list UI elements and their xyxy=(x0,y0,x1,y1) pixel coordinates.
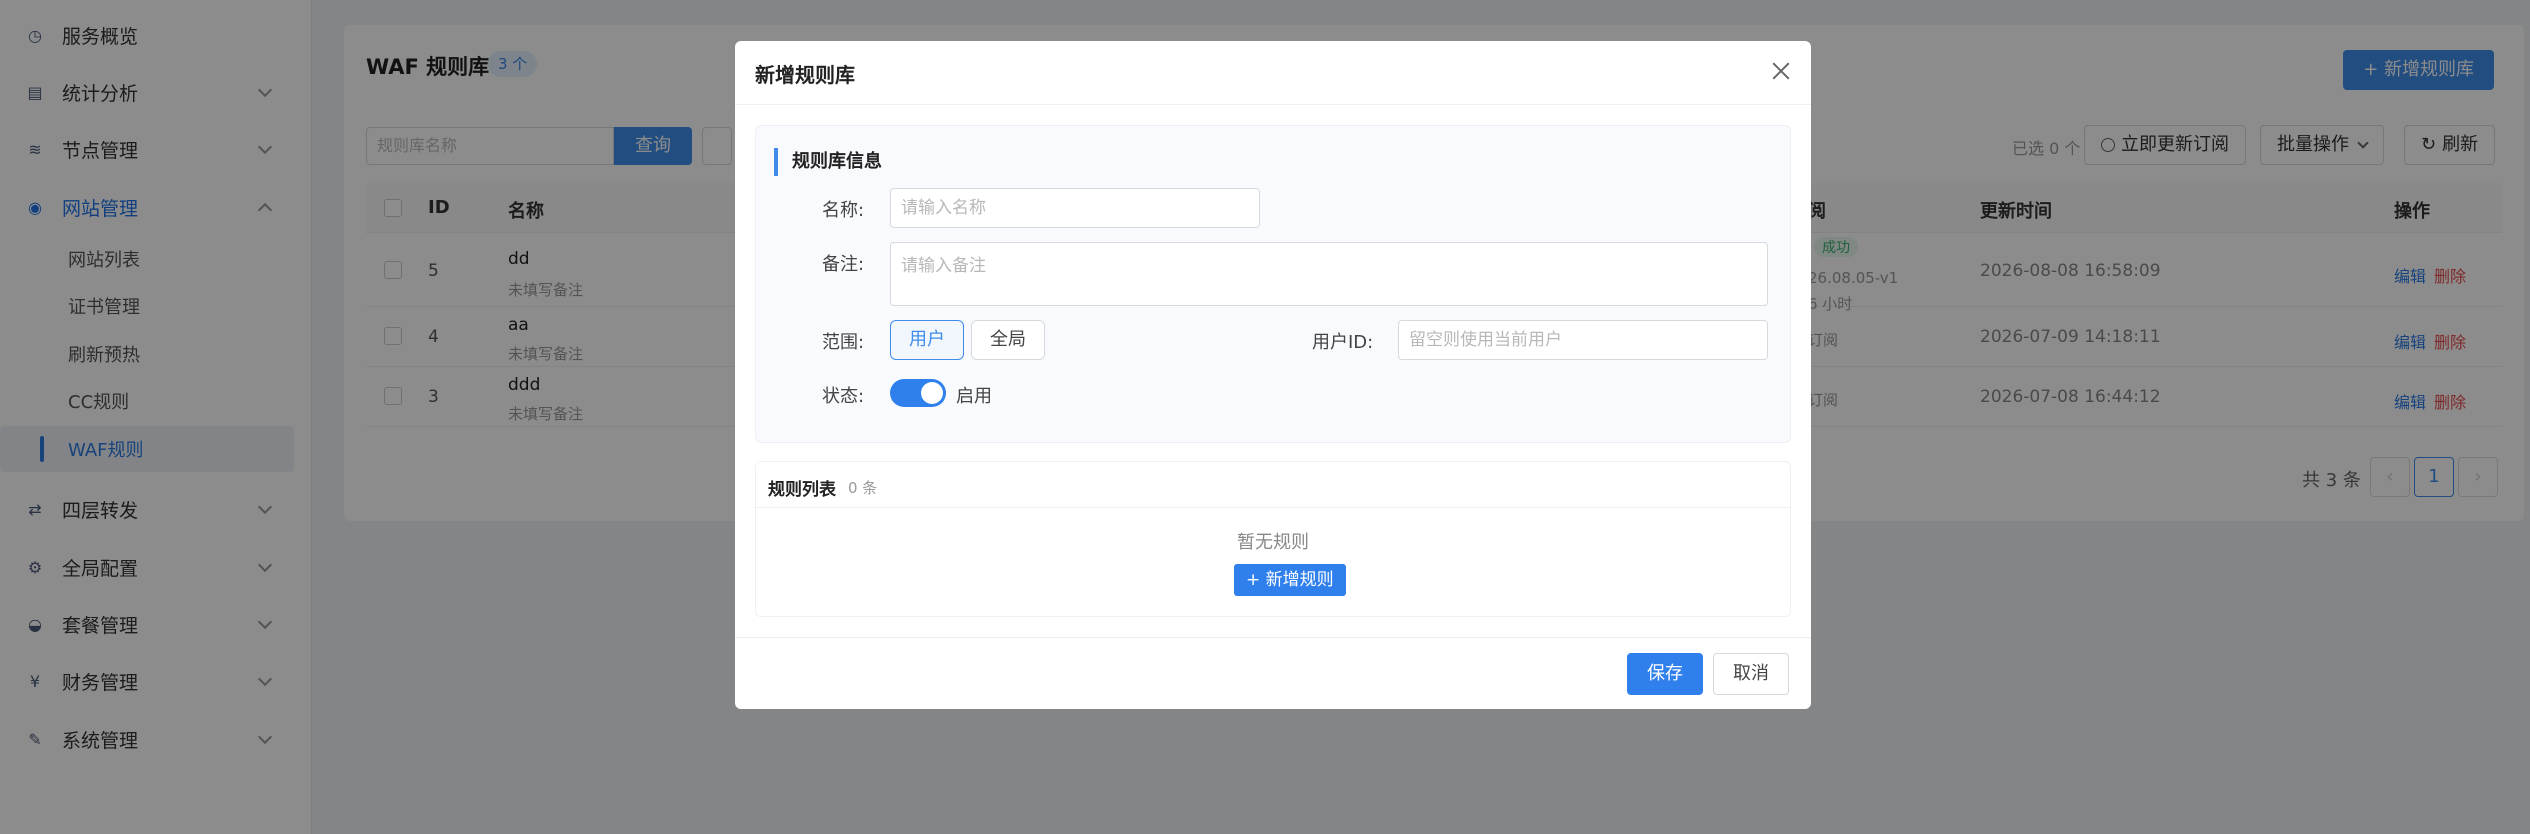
save-button[interactable]: 保存 xyxy=(1627,653,1703,695)
status-label: 状态: xyxy=(822,386,865,407)
add-rule-button[interactable]: + 新增规则 xyxy=(1234,564,1346,596)
rules-count: 0 条 xyxy=(848,479,878,497)
new-rulebase-dialog: 新增规则库 规则库信息 名称: 请输入名称 备注: 请输入备注 范围: 用户 全… xyxy=(735,41,1811,709)
name-label: 名称: xyxy=(822,200,865,221)
dialog-footer: 保存 取消 xyxy=(735,637,1811,709)
cancel-button[interactable]: 取消 xyxy=(1713,653,1789,695)
empty-state-text: 暂无规则 xyxy=(1237,532,1309,553)
scope-user-option[interactable]: 用户 xyxy=(890,320,964,360)
close-icon[interactable] xyxy=(1769,59,1793,83)
scope-label: 范围: xyxy=(822,332,865,353)
dialog-header: 新增规则库 xyxy=(735,41,1811,105)
note-textarea[interactable]: 请输入备注 xyxy=(890,242,1768,306)
status-value: 启用 xyxy=(956,386,992,407)
scope-global-option[interactable]: 全局 xyxy=(971,320,1045,360)
rules-list-title: 规则列表 xyxy=(768,480,836,500)
rulebase-info-section: 规则库信息 名称: 请输入名称 备注: 请输入备注 范围: 用户 全局 用户ID… xyxy=(755,125,1791,443)
rules-list-section: 规则列表 0 条 暂无规则 + 新增规则 xyxy=(755,461,1791,617)
user-id-label: 用户ID: xyxy=(1312,332,1374,353)
status-toggle[interactable] xyxy=(890,379,946,407)
dialog-title: 新增规则库 xyxy=(755,63,855,87)
name-input[interactable]: 请输入名称 xyxy=(890,188,1260,228)
section-title: 规则库信息 xyxy=(774,148,882,176)
note-label: 备注: xyxy=(822,254,865,275)
user-id-input[interactable]: 留空则使用当前用户 xyxy=(1398,320,1768,360)
rules-list-header: 规则列表 0 条 xyxy=(756,462,1790,508)
